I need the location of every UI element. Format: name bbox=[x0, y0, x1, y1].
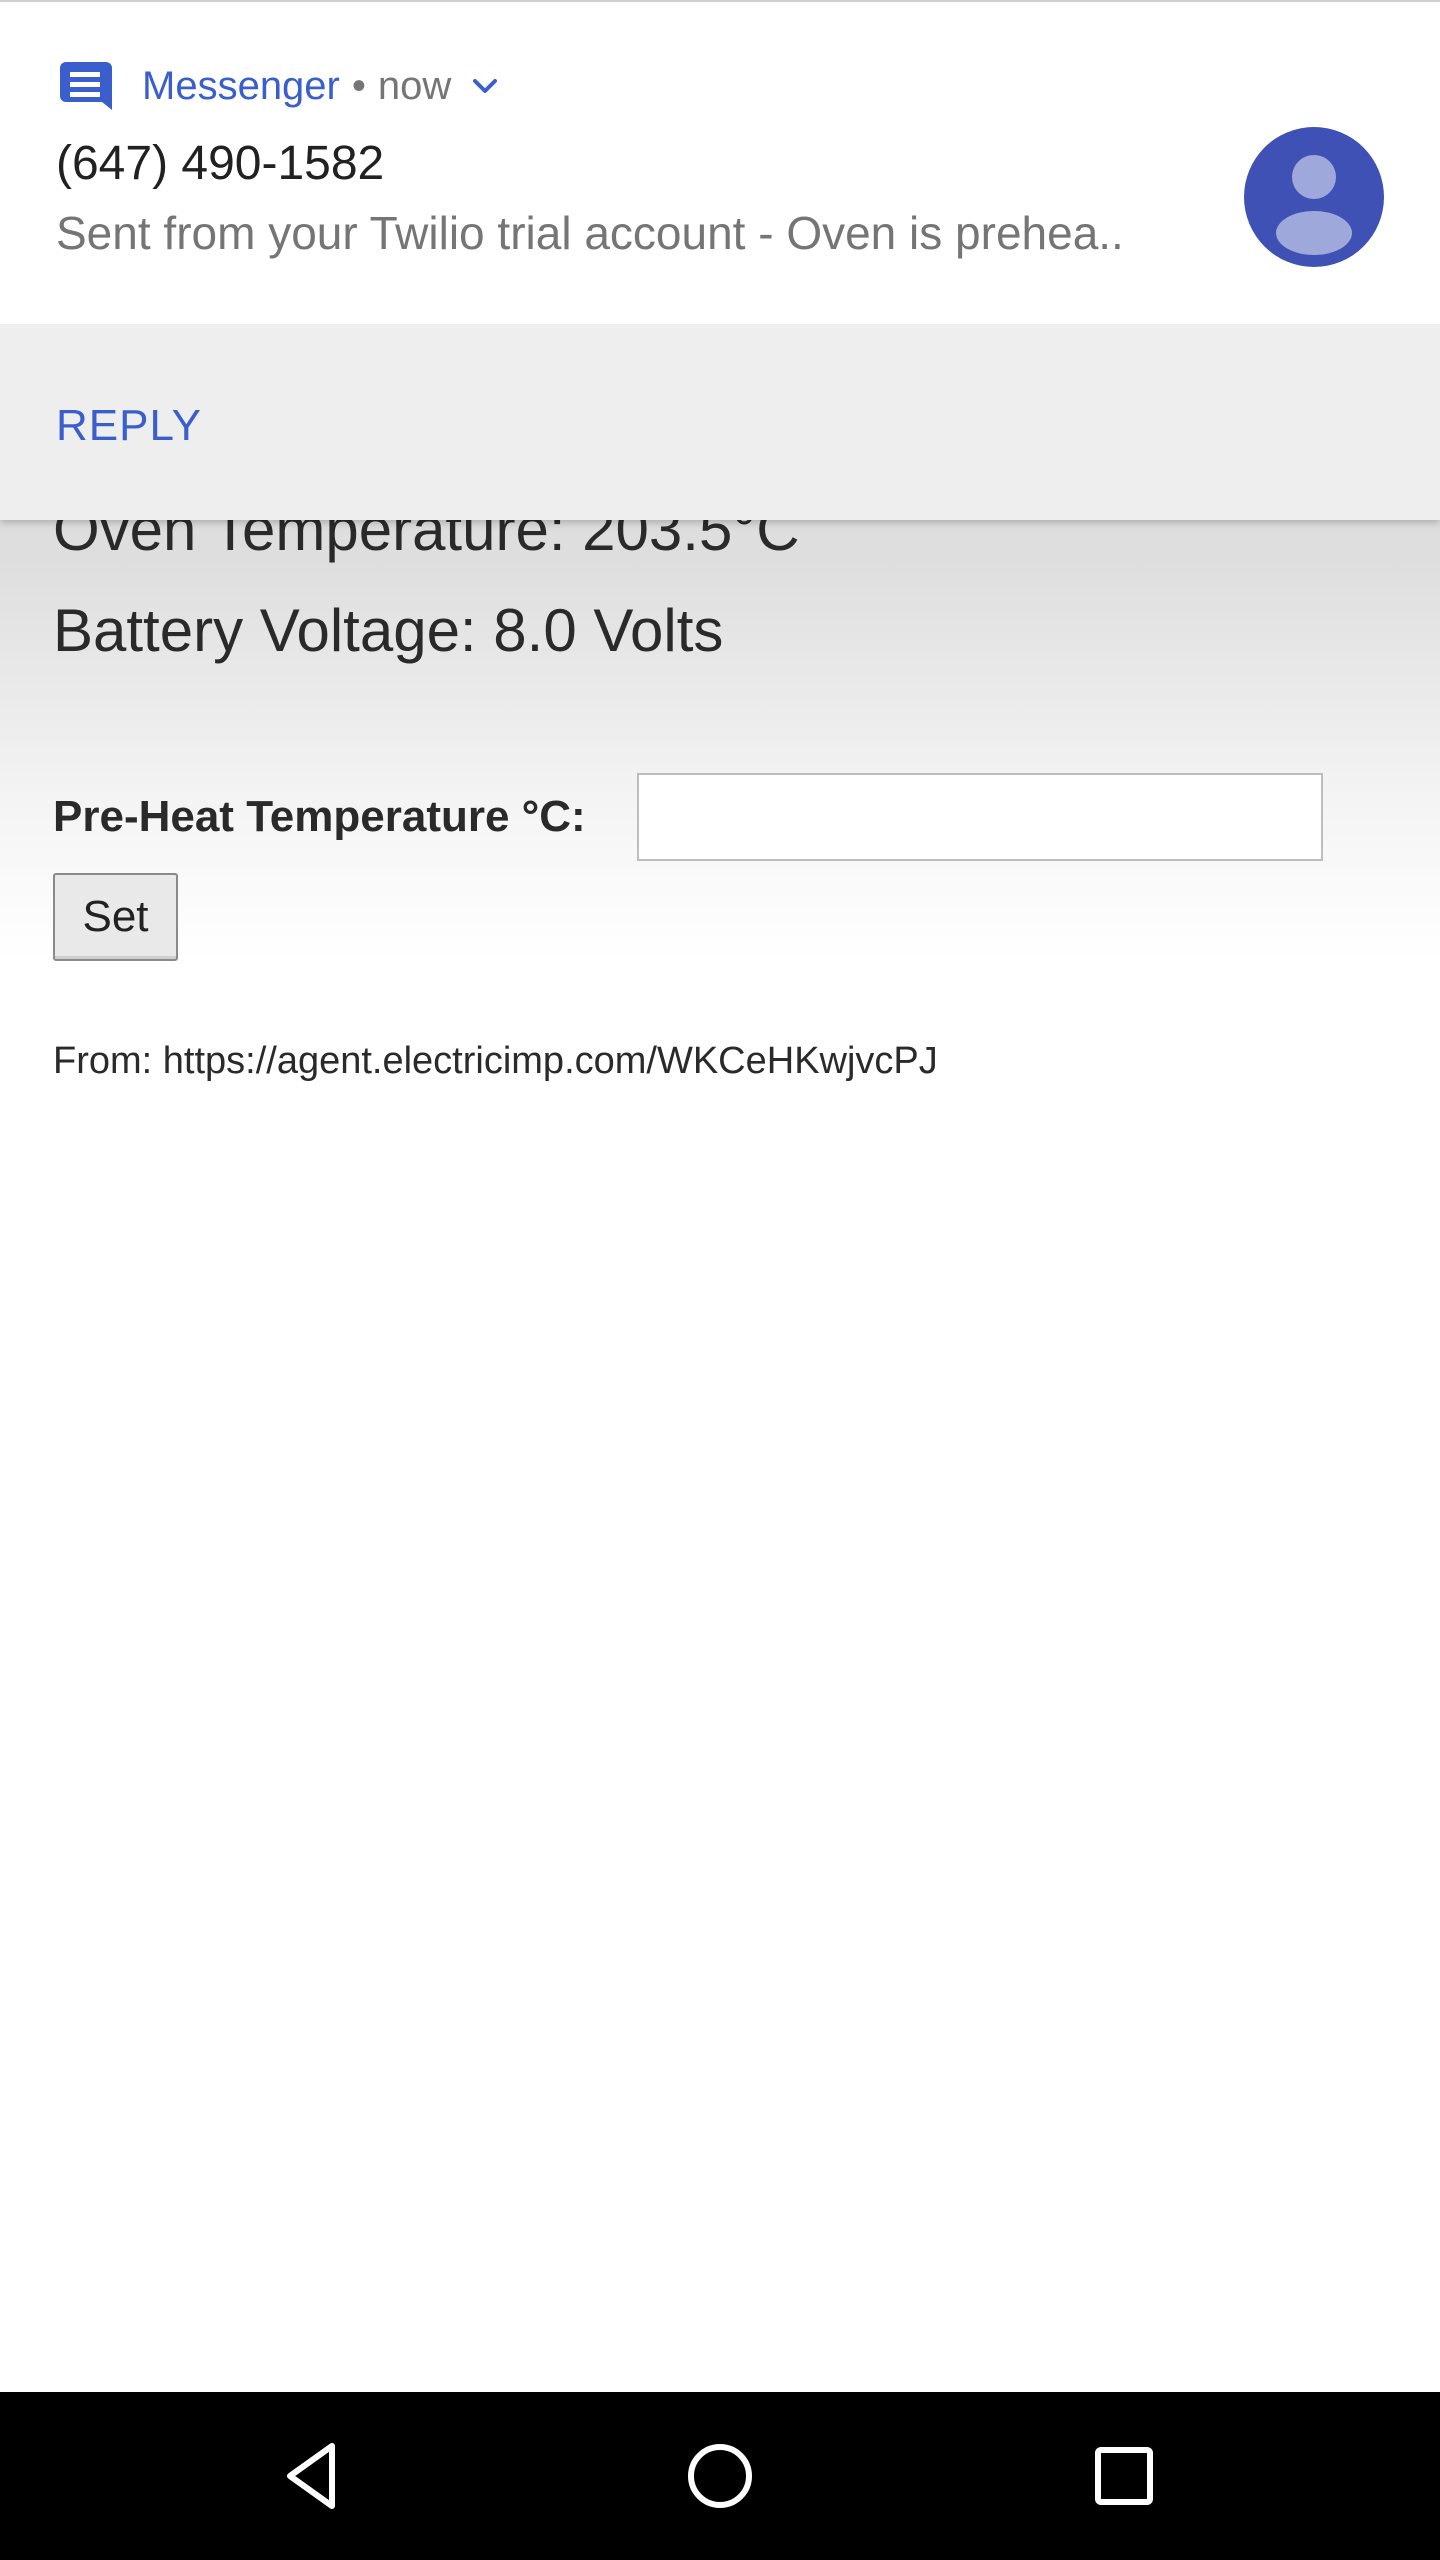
separator-dot: • bbox=[351, 63, 366, 108]
set-button[interactable]: Set bbox=[53, 873, 178, 961]
avatar bbox=[1244, 127, 1384, 267]
navigation-bar bbox=[0, 2392, 1440, 2560]
back-icon[interactable] bbox=[272, 2432, 360, 2520]
home-icon[interactable] bbox=[676, 2432, 764, 2520]
person-icon bbox=[1276, 155, 1352, 255]
recents-icon[interactable] bbox=[1080, 2432, 1168, 2520]
reply-button[interactable]: REPLY bbox=[56, 396, 202, 456]
notification-actions: REPLY bbox=[0, 324, 1440, 520]
preheat-label: Pre-Heat Temperature °C: bbox=[53, 792, 586, 841]
notification-time: now bbox=[377, 63, 452, 108]
from-url: From: https://agent.electricimp.com/WKCe… bbox=[53, 1040, 938, 1082]
preheat-temperature-input[interactable] bbox=[637, 773, 1323, 861]
chevron-down-icon[interactable] bbox=[467, 68, 503, 104]
app-name: Messenger bbox=[142, 63, 340, 108]
notification-header: Messenger • now bbox=[56, 54, 503, 118]
battery-voltage: Battery Voltage: 8.0 Volts bbox=[53, 597, 724, 664]
screen: Oven Temperature: 203.5°C Battery Voltag… bbox=[0, 0, 1440, 2560]
sender-number: (647) 490-1582 bbox=[56, 137, 385, 190]
message-preview: Sent from your Twilio trial account - Ov… bbox=[56, 207, 1124, 259]
message-icon bbox=[60, 62, 112, 110]
messenger-notification[interactable]: Messenger • now (647) 490-1582 Sent from… bbox=[0, 0, 1440, 520]
preheat-row: Pre-Heat Temperature °C: bbox=[53, 772, 586, 862]
